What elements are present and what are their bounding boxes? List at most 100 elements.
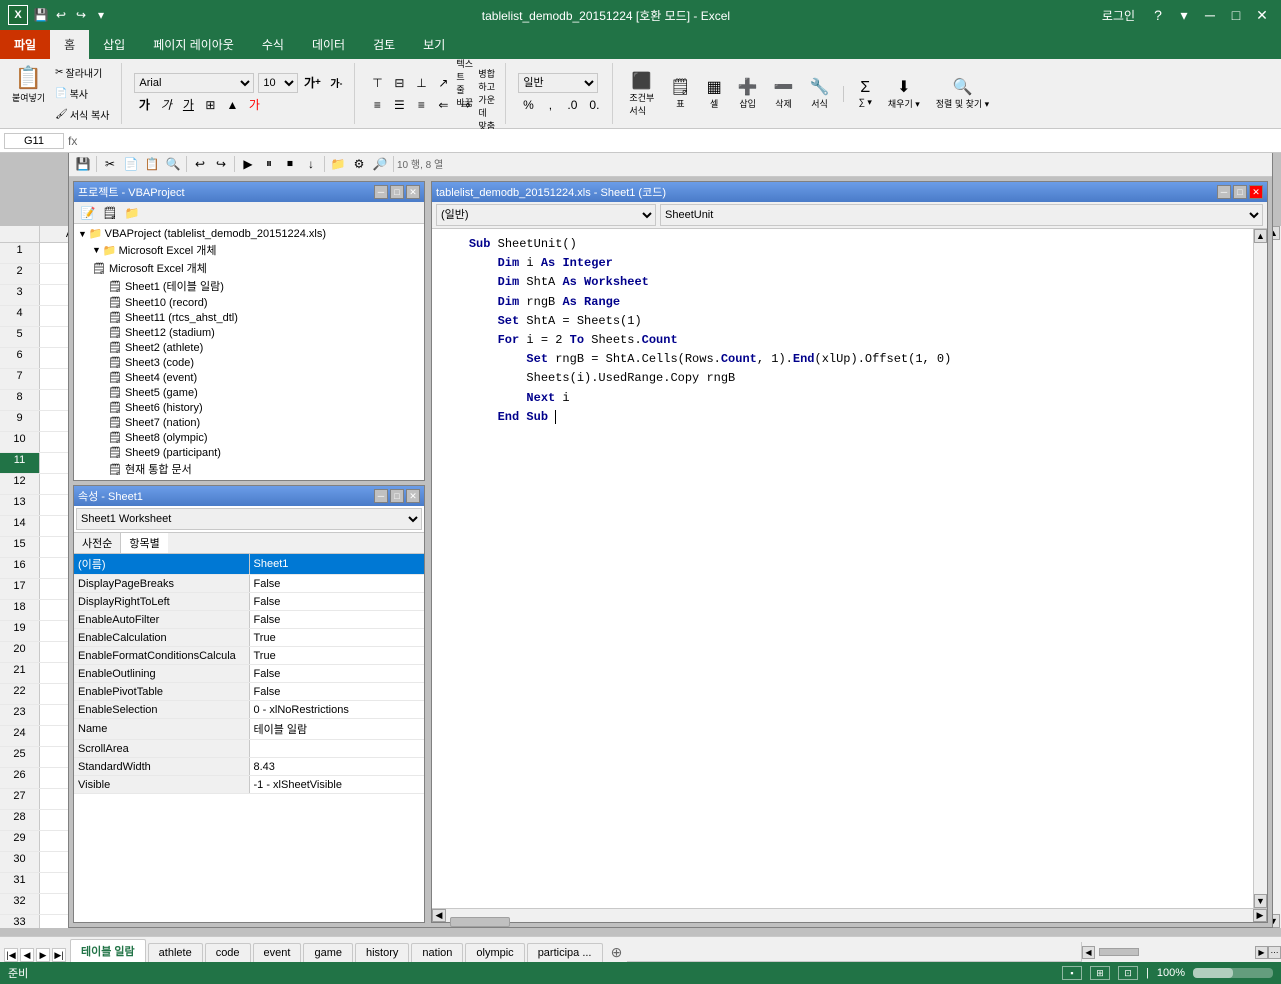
props-minimize-btn[interactable]: ─: [374, 489, 388, 503]
sheet-tab-nation[interactable]: nation: [411, 943, 463, 962]
sum-btn[interactable]: Σ∑ ▾: [854, 77, 875, 110]
row-num-27[interactable]: 27: [0, 789, 40, 809]
tab-view[interactable]: 보기: [409, 30, 459, 59]
tab-formulas[interactable]: 수식: [248, 30, 298, 59]
vba-props-btn[interactable]: ⚙: [349, 154, 369, 174]
editor-vscrollbar[interactable]: ▲ ▼: [1253, 229, 1267, 908]
tree-root-vbaproject[interactable]: ▼ 📁 VBAProject (tablelist_demodb_2015122…: [76, 226, 422, 241]
formula-input[interactable]: [81, 135, 1277, 147]
vba-cut-btn[interactable]: ✂: [100, 154, 120, 174]
props-row[interactable]: EnableSelection0 - xlNoRestrictions: [74, 701, 424, 719]
hscroll-right-btn[interactable]: ▶: [1255, 946, 1268, 959]
project-minimize-btn[interactable]: ─: [374, 185, 388, 199]
zoom-slider[interactable]: [1193, 968, 1273, 978]
tree-item-0[interactable]: 🗒Microsoft Excel 개체: [76, 259, 422, 277]
tree-item-7[interactable]: 🗒Sheet4 (event): [76, 370, 422, 385]
row-num-8[interactable]: 8: [0, 390, 40, 410]
row-num-2[interactable]: 2: [0, 264, 40, 284]
vba-stop-btn[interactable]: ⏹: [280, 154, 300, 174]
row-num-31[interactable]: 31: [0, 873, 40, 893]
row-num-6[interactable]: 6: [0, 348, 40, 368]
tree-item-8[interactable]: 🗒Sheet5 (game): [76, 385, 422, 400]
decrease-font-btn[interactable]: 가-: [326, 73, 346, 93]
page-layout-view-btn[interactable]: ⊞: [1090, 966, 1110, 980]
props-tab-category[interactable]: 항목별: [121, 533, 167, 553]
undo-qa-btn[interactable]: ↩: [52, 6, 70, 24]
cut-btn[interactable]: ✂잘라내기: [51, 63, 113, 82]
find-btn[interactable]: 🔍정렬 및 찾기 ▾: [932, 75, 993, 112]
sheet-tab-테이블-일람[interactable]: 테이블 일람: [70, 939, 146, 962]
props-row[interactable]: Visible-1 - xlSheetVisible: [74, 776, 424, 794]
props-row[interactable]: EnableOutliningFalse: [74, 665, 424, 683]
row-num-17[interactable]: 17: [0, 579, 40, 599]
tree-item-9[interactable]: 🗒Sheet6 (history): [76, 400, 422, 415]
props-row[interactable]: ScrollArea: [74, 740, 424, 758]
tab-next-btn[interactable]: ▶: [36, 948, 50, 962]
tree-item-13[interactable]: 🗒현재 통합 문서: [76, 460, 422, 478]
align-left-btn[interactable]: ≡: [367, 95, 387, 115]
tree-item-12[interactable]: 🗒Sheet9 (participant): [76, 445, 422, 460]
align-center-btn[interactable]: ☰: [389, 95, 409, 115]
row-num-23[interactable]: 23: [0, 705, 40, 725]
code-content[interactable]: Sub SheetUnit() Dim i As Integer Dim Sht…: [432, 229, 1253, 908]
decrease-indent-btn[interactable]: ⇐: [433, 95, 453, 115]
hscrollbar[interactable]: ◀ ▶ ⋯: [1081, 942, 1281, 962]
font-name-select[interactable]: Arial: [134, 73, 254, 93]
row-num-25[interactable]: 25: [0, 747, 40, 767]
format-btn[interactable]: 🔧서식: [806, 75, 834, 112]
editor-hscrollbar[interactable]: ◀ ▶: [432, 908, 1267, 922]
fill-color-btn[interactable]: ▲: [222, 95, 242, 115]
props-row[interactable]: StandardWidth8.43: [74, 758, 424, 776]
editor-object-dropdown[interactable]: (일반): [436, 204, 656, 226]
vba-paste-btn[interactable]: 📋: [142, 154, 162, 174]
font-color-btn[interactable]: 가: [244, 95, 264, 115]
row-num-20[interactable]: 20: [0, 642, 40, 662]
editor-maximize-btn[interactable]: □: [1233, 185, 1247, 199]
close-btn[interactable]: ✕: [1251, 4, 1273, 26]
percent-btn[interactable]: %: [518, 95, 538, 115]
tab-data[interactable]: 데이터: [298, 30, 359, 59]
tab-first-btn[interactable]: |◀: [4, 948, 18, 962]
increase-font-btn[interactable]: 가+: [302, 73, 322, 93]
format-painter-btn[interactable]: 🖌서식 복사: [51, 105, 113, 124]
restore-btn[interactable]: □: [1225, 4, 1247, 26]
insert-btn[interactable]: ➕삽입: [734, 75, 762, 112]
props-row[interactable]: DisplayRightToLeftFalse: [74, 593, 424, 611]
row-num-16[interactable]: 16: [0, 558, 40, 578]
row-num-9[interactable]: 9: [0, 411, 40, 431]
conditional-format-btn[interactable]: ⬛조건부서식: [625, 69, 658, 119]
editor-proc-dropdown[interactable]: SheetUnit: [660, 204, 1263, 226]
sheet-tab-code[interactable]: code: [205, 943, 251, 962]
vba-obj-browser-btn[interactable]: 🔎: [370, 154, 390, 174]
row-num-32[interactable]: 32: [0, 894, 40, 914]
hscroll-left-btn[interactable]: ◀: [1082, 946, 1095, 959]
editor-hscroll-thumb[interactable]: [450, 917, 510, 927]
props-row[interactable]: EnablePivotTableFalse: [74, 683, 424, 701]
row-num-7[interactable]: 7: [0, 369, 40, 389]
row-num-19[interactable]: 19: [0, 621, 40, 641]
page-break-view-btn[interactable]: ⊡: [1118, 966, 1138, 980]
number-format-select[interactable]: 일반: [518, 73, 598, 93]
cell-styles-btn[interactable]: ▦셀: [703, 75, 726, 112]
tab-prev-btn[interactable]: ◀: [20, 948, 34, 962]
props-maximize-btn[interactable]: □: [390, 489, 404, 503]
row-num-33[interactable]: 33: [0, 915, 40, 928]
tab-review[interactable]: 검토: [359, 30, 409, 59]
vba-copy-btn[interactable]: 📄: [121, 154, 141, 174]
tab-insert[interactable]: 삽입: [89, 30, 139, 59]
vba-save-btn[interactable]: 💾: [73, 154, 93, 174]
vba-undo-btn[interactable]: ↩: [190, 154, 210, 174]
help-btn[interactable]: ?: [1147, 4, 1169, 26]
tree-item-1[interactable]: 🗒Sheet1 (테이블 일람): [76, 277, 422, 295]
row-num-4[interactable]: 4: [0, 306, 40, 326]
row-num-12[interactable]: 12: [0, 474, 40, 494]
tree-item-5[interactable]: 🗒Sheet2 (athlete): [76, 340, 422, 355]
row-num-1[interactable]: 1: [0, 243, 40, 263]
align-top-btn[interactable]: ⊤: [367, 73, 387, 93]
save-qa-btn[interactable]: 💾: [32, 6, 50, 24]
props-row[interactable]: Name테이블 일람: [74, 719, 424, 740]
tree-item-3[interactable]: 🗒Sheet11 (rtcs_ahst_dtl): [76, 310, 422, 325]
underline-btn[interactable]: 가: [178, 95, 198, 115]
italic-btn[interactable]: 가: [156, 95, 176, 115]
row-num-15[interactable]: 15: [0, 537, 40, 557]
